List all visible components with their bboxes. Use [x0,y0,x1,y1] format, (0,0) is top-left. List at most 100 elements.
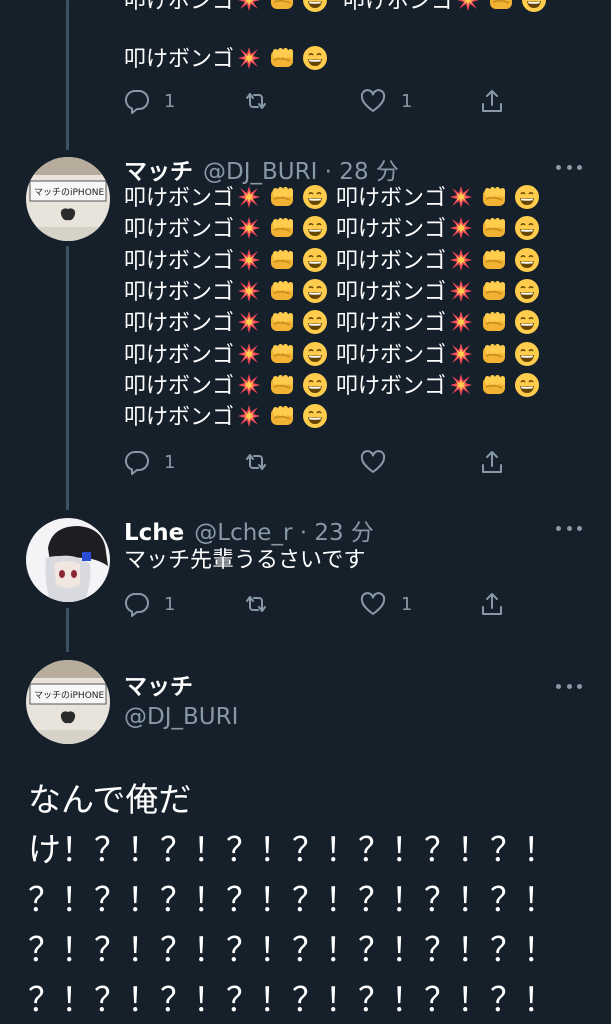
tweet-text-line: ？！？！？！？！？！？！？！？！ [28,880,556,919]
more-icon[interactable] [556,523,582,533]
more-icon[interactable] [556,681,582,691]
tweet-2-row: 叩けボンゴ 叩けボンゴ [124,340,542,372]
like-count: 1 [401,594,413,615]
tweet-2-row: 叩けボンゴ 叩けボンゴ [124,277,542,309]
grin-emoji [302,372,328,398]
tweet-2-row: 叩けボンゴ 叩けボンゴ [124,214,542,246]
collision-emoji [237,0,261,12]
thread-line-bottom [66,608,69,652]
fist-emoji [480,279,508,303]
retweet-icon[interactable] [242,590,270,618]
fist-emoji [268,279,296,303]
collision-emoji [449,185,473,209]
tweet-3-header: Lche @Lche_r · 23 分 [124,513,374,546]
grin-emoji [302,45,328,71]
collision-emoji [449,248,473,272]
collision-emoji [237,248,261,272]
reply-icon[interactable] [123,448,151,476]
collision-emoji [237,279,261,303]
avatar[interactable]: マッチのiPHONE [26,660,110,744]
tweet-2-row: 叩けボンゴ [124,402,330,434]
reply-count: 1 [164,594,176,615]
grin-emoji [302,247,328,273]
tweet-2-row: 叩けボンゴ 叩けボンゴ [124,371,542,403]
tweet-text-line: なんで俺だ [28,780,192,819]
fist-emoji [268,310,296,334]
collision-emoji [449,310,473,334]
fist-emoji [480,185,508,209]
fist-emoji [268,373,296,397]
reply-icon[interactable] [123,87,151,115]
share-icon[interactable] [478,448,506,476]
tweet-text-line: け！？！？！？！？！？！？！？！ [28,830,556,869]
grin-emoji [302,309,328,335]
tweet-2-row: 叩けボンゴ 叩けボンゴ [124,308,542,340]
fist-emoji [268,185,296,209]
heart-icon[interactable] [359,590,387,618]
reply-icon[interactable] [123,590,151,618]
collision-emoji [237,185,261,209]
fist-emoji [268,216,296,240]
grin-emoji [302,184,328,210]
reply-count: 1 [164,91,176,112]
fist-emoji [480,248,508,272]
tweet-text-line: ？！？！？！？！？！？！？！？！ [28,930,556,969]
avatar-image [26,518,110,602]
collision-emoji [449,342,473,366]
like-count: 1 [401,91,413,112]
share-icon[interactable] [478,590,506,618]
tweet-2-row: 叩けボンゴ 叩けボンゴ [124,246,542,278]
grin-emoji [514,372,540,398]
display-name[interactable]: Lche [124,520,184,546]
grin-emoji [514,184,540,210]
reply-count: 1 [164,452,176,473]
display-name[interactable]: マッチ [124,671,193,703]
avatar[interactable] [26,518,110,602]
display-name[interactable]: マッチ [124,152,193,186]
grin-emoji [302,0,328,13]
heart-icon[interactable] [359,87,387,115]
grin-emoji [514,341,540,367]
svg-text:マッチのiPHONE: マッチのiPHONE [34,690,105,701]
tweet-2-row: 叩けボンゴ 叩けボンゴ [124,183,542,215]
svg-text:マッチのiPHONE: マッチのiPHONE [34,187,105,198]
tweet-text: マッチ先輩うるさいです [124,548,366,573]
collision-emoji [237,373,261,397]
thread-line-middle [66,246,69,510]
collision-emoji [237,46,261,70]
collision-emoji [237,310,261,334]
retweet-icon[interactable] [242,448,270,476]
fist-emoji [480,216,508,240]
handle: @DJ_BURI [124,704,239,730]
fist-emoji [268,342,296,366]
avatar[interactable]: マッチのiPHONE [26,157,110,241]
tweet-1-row-1: 叩けボンゴ 叩けボンゴ [124,0,549,18]
heart-icon[interactable] [359,448,387,476]
fist-emoji [268,46,296,70]
collision-emoji [237,216,261,240]
avatar-image: マッチのiPHONE [26,157,110,241]
thread-line-top [66,0,69,150]
share-icon[interactable] [478,87,506,115]
grin-emoji [514,215,540,241]
fist-emoji [480,310,508,334]
collision-emoji [456,0,480,12]
fist-emoji [480,373,508,397]
fist-emoji [268,248,296,272]
collision-emoji [237,404,261,428]
collision-emoji [237,342,261,366]
grin-emoji [514,278,540,304]
fist-emoji [487,0,515,12]
grin-emoji [302,215,328,241]
collision-emoji [449,373,473,397]
grin-emoji [302,278,328,304]
handle-time: @Lche_r · 23 分 [194,520,374,546]
collision-emoji [449,279,473,303]
more-icon[interactable] [556,162,582,172]
grin-emoji [521,0,547,13]
grin-emoji [302,403,328,429]
tweet-text-line: ？！？！？！？！？！？！？！？！ [28,980,556,1019]
retweet-icon[interactable] [242,87,270,115]
grin-emoji [514,309,540,335]
collision-emoji [449,216,473,240]
